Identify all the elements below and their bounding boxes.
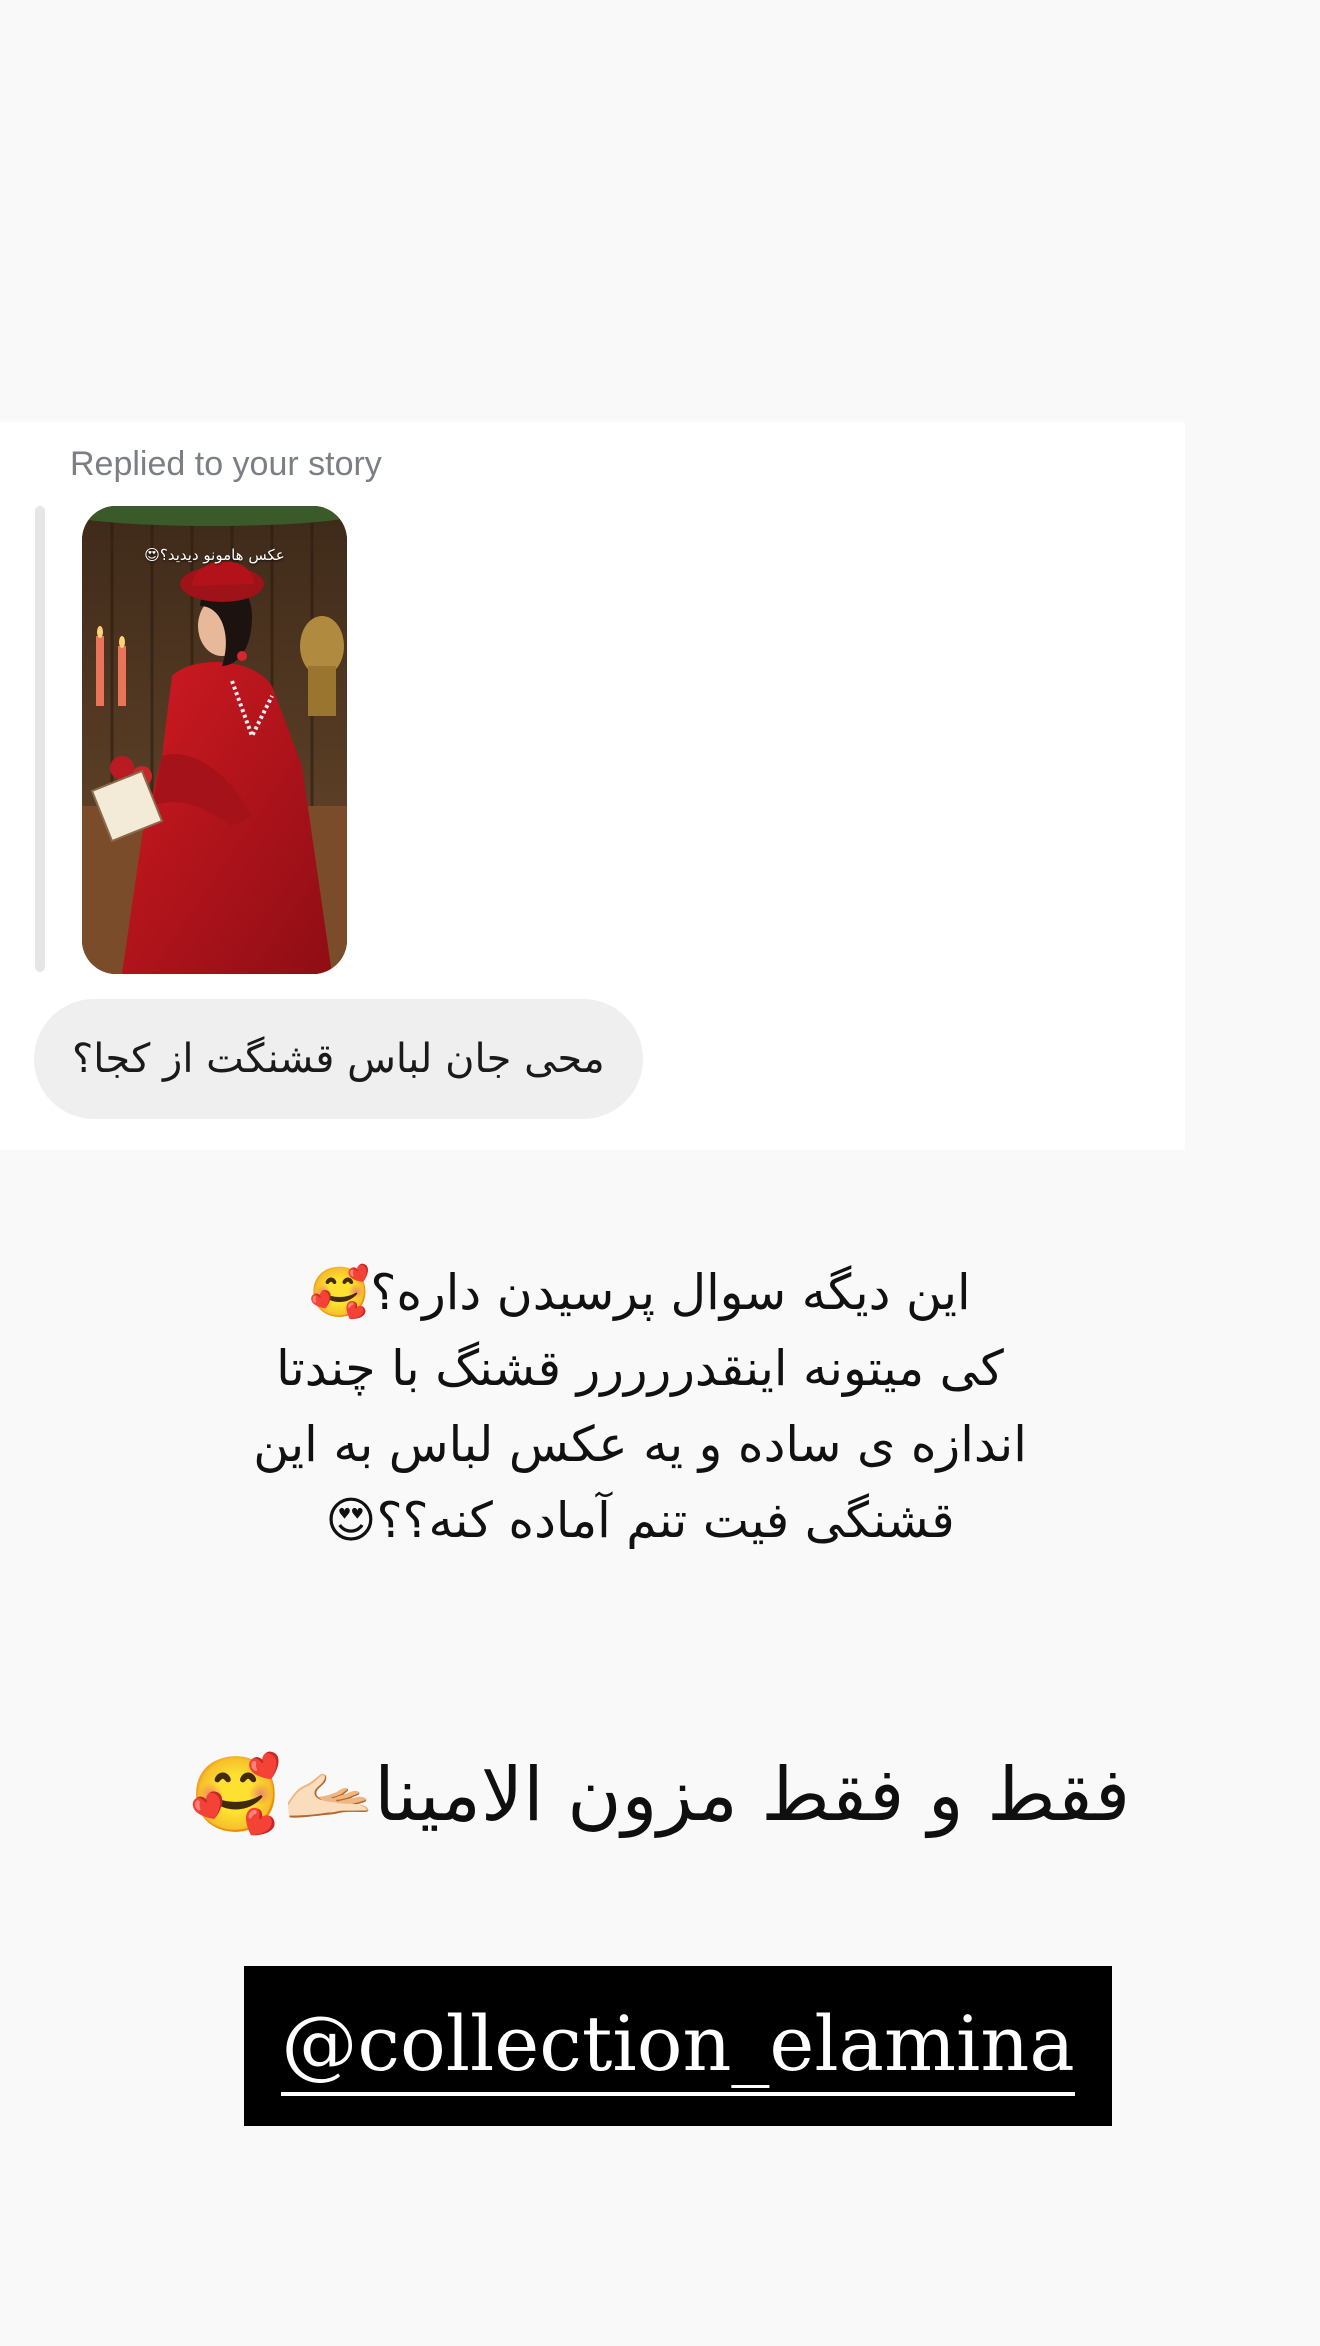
story-thumbnail[interactable]: عکس هامونو دیدید؟😍 [82, 506, 347, 974]
message-bubble[interactable]: محی جان لباس قشنگت از کجا؟ [34, 999, 643, 1119]
message-text: محی جان لباس قشنگت از کجا؟ [72, 1036, 605, 1082]
story-text: این دیگه سوال پرسیدن داره؟🥰 کی میتونه ای… [150, 1255, 1130, 1559]
story-tagline: فقط و فقط مزون الامینا🫴🏻🥰 [189, 1752, 1131, 1838]
story-text-line: این دیگه سوال پرسیدن داره؟🥰 [309, 1264, 971, 1321]
reply-header: Replied to your story [70, 445, 382, 483]
reply-quote-bar [35, 506, 45, 972]
story-caption: عکس هامونو دیدید؟😍 [144, 546, 285, 564]
story-reply-card: Replied to your story عکس هامونو دیدید؟😍… [0, 422, 1185, 1150]
mention-sticker[interactable]: @collection_elamina [244, 1966, 1112, 2126]
story-text-line: قشنگی فیت تنم آماده کنه؟؟😍 [325, 1492, 955, 1549]
mention-username: @collection_elamina [281, 1996, 1075, 2096]
story-text-line: کی میتونه اینقدررررر قشنگ با چندتا [276, 1340, 1004, 1397]
story-thumbnail-image [82, 506, 347, 974]
story-text-line: اندازه ی ساده و یه عکس لباس به این [253, 1416, 1027, 1473]
